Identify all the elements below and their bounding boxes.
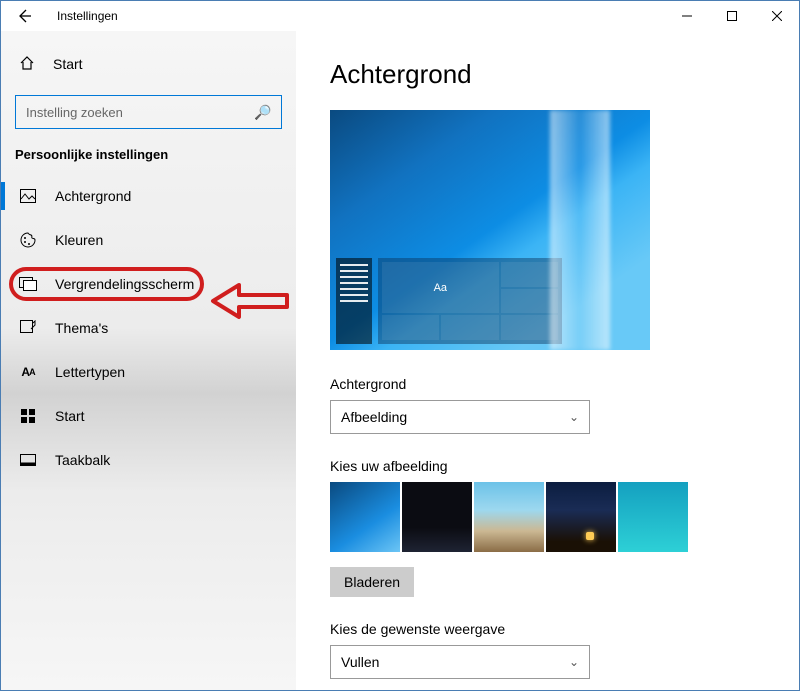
sidebar-item-taskbar[interactable]: Taakbalk (1, 438, 296, 482)
search-box[interactable]: 🔍 (15, 95, 282, 129)
close-icon (772, 11, 782, 21)
sidebar-item-fonts[interactable]: AA Lettertypen (1, 350, 296, 394)
sidebar-item-label: Taakbalk (55, 452, 110, 468)
search-input[interactable] (26, 105, 254, 120)
home-button[interactable]: Start (1, 43, 296, 85)
preview-taskbar: Aa (336, 258, 562, 344)
start-icon (19, 409, 37, 423)
thumbnail-1[interactable] (330, 482, 400, 552)
choose-image-label: Kies uw afbeelding (330, 458, 765, 474)
maximize-icon (727, 11, 737, 21)
maximize-button[interactable] (709, 1, 754, 31)
main-panel: Achtergrond Aa Achtergrond Afbeelding ⌄ … (296, 31, 799, 690)
sidebar-item-label: Start (55, 408, 85, 424)
sidebar-item-label: Lettertypen (55, 364, 125, 380)
sidebar-item-label: Thema's (55, 320, 108, 336)
sidebar-item-themes[interactable]: Thema's (1, 306, 296, 350)
taskbar-icon (19, 454, 37, 466)
fit-dropdown-value: Vullen (341, 654, 379, 670)
background-dropdown-value: Afbeelding (341, 409, 407, 425)
window-controls (664, 1, 799, 31)
sidebar: Start 🔍 Persoonlijke instellingen Achter… (1, 31, 296, 690)
search-icon: 🔍 (254, 104, 271, 121)
wallpaper-preview: Aa (330, 110, 650, 350)
home-label: Start (53, 56, 83, 72)
sidebar-item-label: Vergrendelingsscherm (55, 276, 194, 292)
preview-start-list (336, 258, 372, 344)
font-icon: AA (19, 365, 37, 379)
fit-dropdown[interactable]: Vullen ⌄ (330, 645, 590, 679)
sidebar-item-label: Achtergrond (55, 188, 131, 204)
minimize-icon (682, 11, 692, 21)
arrow-left-icon (16, 8, 32, 24)
image-icon (19, 189, 37, 203)
fit-label: Kies de gewenste weergave (330, 621, 765, 637)
sidebar-item-label: Kleuren (55, 232, 103, 248)
title-bar: Instellingen (1, 1, 799, 31)
background-label: Achtergrond (330, 376, 765, 392)
sidebar-section-title: Persoonlijke instellingen (1, 147, 296, 174)
window-title: Instellingen (57, 9, 118, 23)
chevron-down-icon: ⌄ (569, 410, 579, 424)
background-dropdown[interactable]: Afbeelding ⌄ (330, 400, 590, 434)
preview-sample-text: Aa (382, 262, 499, 313)
page-title: Achtergrond (330, 59, 765, 90)
close-button[interactable] (754, 1, 799, 31)
thumbnail-5[interactable] (618, 482, 688, 552)
thumbnail-2[interactable] (402, 482, 472, 552)
brush-icon (19, 320, 37, 336)
thumbnail-4[interactable] (546, 482, 616, 552)
lockscreen-icon (19, 277, 37, 291)
sidebar-item-lockscreen[interactable]: Vergrendelingsscherm (1, 262, 296, 306)
sidebar-item-background[interactable]: Achtergrond (1, 174, 296, 218)
chevron-down-icon: ⌄ (569, 655, 579, 669)
preview-tiles: Aa (378, 258, 562, 344)
minimize-button[interactable] (664, 1, 709, 31)
sidebar-item-colors[interactable]: Kleuren (1, 218, 296, 262)
palette-icon (19, 232, 37, 248)
image-thumbnails (330, 482, 765, 552)
thumbnail-3[interactable] (474, 482, 544, 552)
back-button[interactable] (9, 1, 39, 31)
sidebar-item-start[interactable]: Start (1, 394, 296, 438)
browse-button[interactable]: Bladeren (330, 567, 414, 597)
home-icon (19, 55, 35, 74)
